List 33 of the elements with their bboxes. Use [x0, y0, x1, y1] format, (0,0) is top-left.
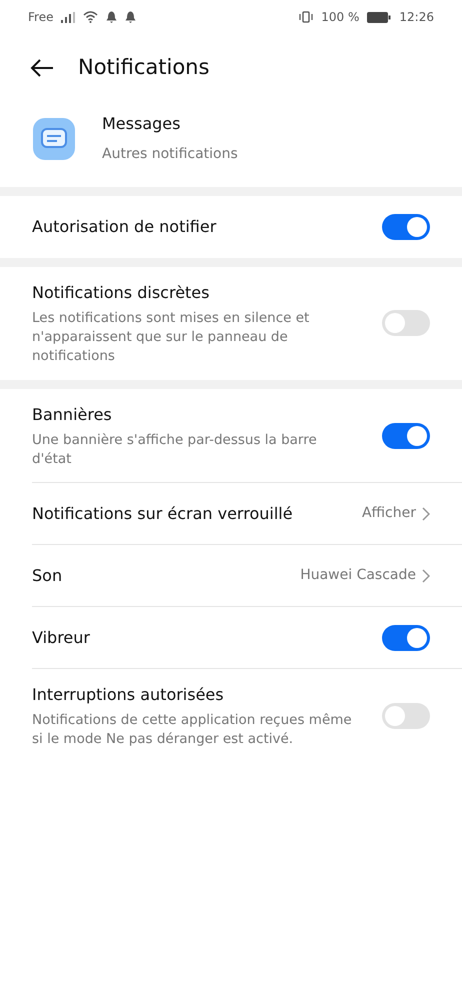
setting-description: Les notifications sont mises en silence et n'apparaissent que sur le panneau de notifications: [32, 309, 310, 366]
setting-label: Notifications discrètes: [32, 282, 210, 304]
setting-value: Afficher: [362, 504, 416, 524]
app-subtitle: Autres notifications: [102, 145, 238, 164]
setting-label: Autorisation de notifier: [32, 216, 218, 238]
setting-value: Huawei Cascade: [300, 566, 416, 586]
bell-icon: [106, 11, 118, 23]
carrier-name: Free: [28, 9, 54, 26]
setting-label: Interruptions autorisées: [32, 684, 225, 706]
setting-description: Notifications de cette application reçues même si le mode Ne pas déranger est activé.: [32, 711, 353, 750]
clock-time: 12:26: [399, 9, 434, 26]
setting-description: Une bannière s'affiche par-dessus la barre d'état: [32, 430, 318, 468]
toggle-switch[interactable]: [382, 703, 430, 730]
bell-icon: [125, 11, 136, 23]
chevron-right-icon: [422, 568, 430, 583]
setting-label: Vibreur: [32, 626, 91, 649]
battery-icon: [367, 12, 392, 22]
setting-label: Notifications sur écran verrouillé: [32, 502, 294, 525]
app-name: Messages: [102, 113, 182, 135]
toggle-switch[interactable]: [382, 214, 430, 240]
toggle-switch[interactable]: [382, 422, 430, 449]
setting-label: Son: [32, 564, 64, 587]
back-button[interactable]: [30, 58, 54, 78]
wifi-icon: [83, 11, 98, 23]
setting-label: Bannières: [32, 404, 113, 426]
toggle-switch[interactable]: [382, 310, 430, 336]
signal-icon: [61, 12, 76, 22]
vibrate-icon: [299, 11, 314, 23]
back-arrow-icon: [30, 58, 54, 78]
battery-percentage: 100 %: [321, 9, 360, 26]
page-title: Notifications: [78, 54, 210, 82]
chevron-right-icon: [422, 506, 430, 521]
toggle-switch[interactable]: [382, 624, 430, 651]
